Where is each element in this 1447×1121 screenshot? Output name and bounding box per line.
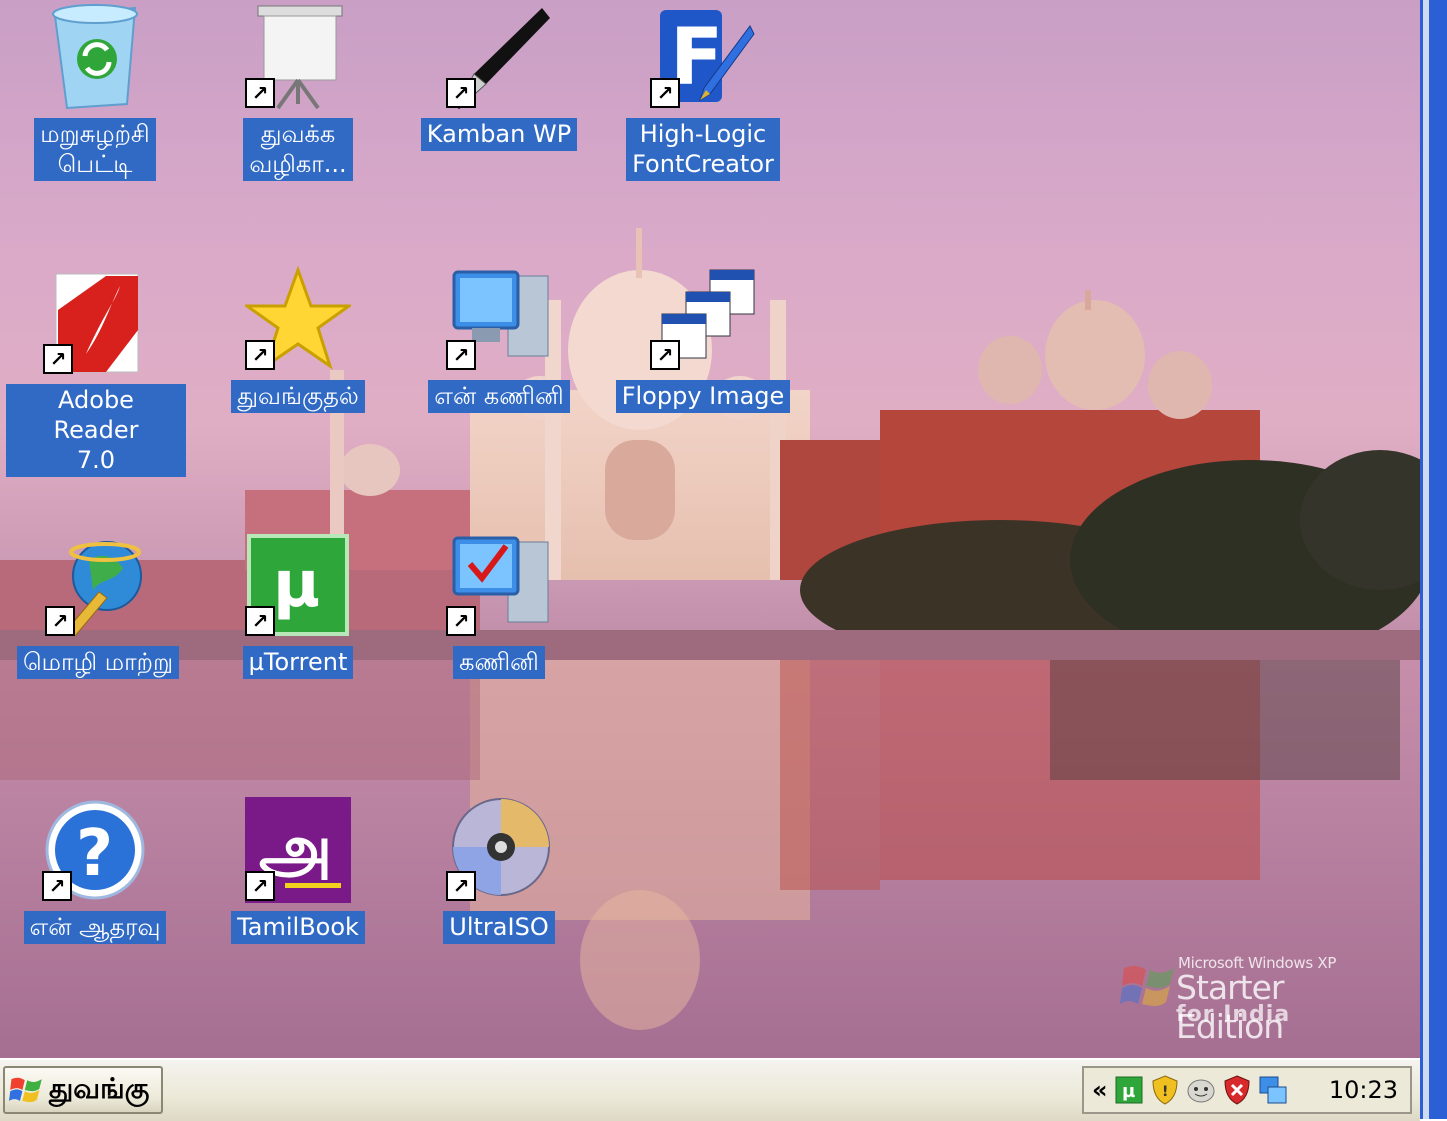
icon-label: Kamban WP <box>420 118 578 151</box>
shortcut-arrow-icon: ↗ <box>446 606 476 636</box>
icon-label: Floppy Image <box>615 380 791 413</box>
start-button[interactable]: துவங்கு <box>3 1066 163 1114</box>
help-icon: ? ↗ <box>40 795 150 905</box>
adobe-reader-icon: ↗ <box>41 268 151 378</box>
desktop-icon-tour[interactable]: ↗ துவக்க வழிகா... <box>208 2 388 181</box>
shortcut-arrow-icon: ↗ <box>245 606 275 636</box>
shortcut-arrow-icon: ↗ <box>650 78 680 108</box>
shortcut-arrow-icon: ↗ <box>245 340 275 370</box>
security-shield-icon[interactable]: ! <box>1150 1075 1180 1105</box>
icon-label: மொழி மாற்று <box>16 646 180 679</box>
windows-edition-watermark: Microsoft Windows XP Starter Edition for… <box>1120 952 1400 1046</box>
svg-text:µ: µ <box>1122 1081 1135 1102</box>
tamilbook-icon: அ ↗ <box>243 795 353 905</box>
floppy-image-icon: ↗ <box>648 264 758 374</box>
desktop-icon-kamban-wp[interactable]: ↗ Kamban WP <box>409 2 589 151</box>
desktop-icon-fontcreator[interactable]: F ↗ High-Logic FontCreator <box>613 2 793 181</box>
disc-icon: ↗ <box>444 795 554 905</box>
fountain-pen-icon: ↗ <box>444 2 554 112</box>
shortcut-arrow-icon: ↗ <box>45 606 75 636</box>
svg-text:?: ? <box>76 817 113 891</box>
desktop-icon-adobe-reader[interactable]: ↗ Adobe Reader 7.0 <box>6 268 186 477</box>
messenger-icon[interactable] <box>1186 1075 1216 1105</box>
start-button-label: துவங்கு <box>49 1071 150 1105</box>
network-icon[interactable] <box>1258 1075 1288 1105</box>
desktop-icon-getting-started[interactable]: ↗ துவங்குதல் <box>208 264 388 413</box>
icon-label: மறுசுழற்சி பெட்டி <box>34 118 156 181</box>
icon-label: கணினி <box>453 646 545 679</box>
svg-text:!: ! <box>1162 1084 1168 1100</box>
windows-logo-icon <box>1120 965 1174 1006</box>
fontcreator-icon: F ↗ <box>648 2 758 112</box>
tray-clock[interactable]: 10:23 <box>1329 1076 1398 1104</box>
icon-label: துவக்க வழிகா... <box>243 118 353 181</box>
icon-label: துவங்குதல் <box>231 380 365 413</box>
system-tray: « µ ! 10:23 <box>1082 1066 1412 1114</box>
icon-label: Adobe Reader 7.0 <box>6 384 186 477</box>
desktop-icon-ultraiso[interactable]: ↗ UltraISO <box>409 795 589 944</box>
shortcut-arrow-icon: ↗ <box>42 871 72 901</box>
desktop-icon-help[interactable]: ? ↗ என் ஆதரவு <box>5 795 185 944</box>
desktop-icon-floppy-image[interactable]: ↗ Floppy Image <box>613 264 793 413</box>
icon-label: High-Logic FontCreator <box>626 118 780 181</box>
my-computer-icon: ↗ <box>444 264 554 374</box>
shortcut-arrow-icon: ↗ <box>43 344 73 374</box>
shortcut-arrow-icon: ↗ <box>446 340 476 370</box>
icon-label: TamilBook <box>231 911 365 944</box>
svg-text:µ: µ <box>273 548 320 622</box>
desktop-icon-utorrent[interactable]: µ ↗ µTorrent <box>208 530 388 679</box>
star-icon: ↗ <box>243 264 353 374</box>
icon-label: என் ஆதரவு <box>23 911 167 944</box>
desktop-icon-tamilbook[interactable]: அ ↗ TamilBook <box>208 795 388 944</box>
windows-logo-icon <box>9 1077 42 1103</box>
recycle-bin-icon <box>40 2 150 112</box>
tray-expand-button[interactable]: « <box>1092 1076 1108 1104</box>
icon-label: என் கணினி <box>428 380 570 413</box>
desktop[interactable]: மறுசுழற்சி பெட்டி ↗ துவக்க வழிகா... ↗ Ka… <box>0 0 1420 1058</box>
icon-label: µTorrent <box>242 646 354 679</box>
icon-label: UltraISO <box>443 911 555 944</box>
computer-check-icon: ↗ <box>444 530 554 640</box>
presentation-board-icon: ↗ <box>243 2 353 112</box>
antivirus-icon[interactable] <box>1222 1075 1252 1105</box>
shortcut-arrow-icon: ↗ <box>446 78 476 108</box>
desktop-icon-my-computer[interactable]: ↗ என் கணினி <box>409 264 589 413</box>
shortcut-arrow-icon: ↗ <box>245 871 275 901</box>
shortcut-arrow-icon: ↗ <box>650 340 680 370</box>
utorrent-tray-icon[interactable]: µ <box>1114 1075 1144 1105</box>
globe-pen-icon: ↗ <box>43 530 153 640</box>
utorrent-icon: µ ↗ <box>243 530 353 640</box>
desktop-icon-computer[interactable]: ↗ கணினி <box>409 530 589 679</box>
desktop-icon-transliterate[interactable]: ↗ மொழி மாற்று <box>8 530 188 679</box>
shortcut-arrow-icon: ↗ <box>446 871 476 901</box>
watermark-line3: for India <box>1176 1002 1291 1027</box>
shortcut-arrow-icon: ↗ <box>245 78 275 108</box>
taskbar: துவங்கு « µ ! 10:23 <box>0 1058 1420 1121</box>
desktop-icon-recycle-bin[interactable]: மறுசுழற்சி பெட்டி <box>5 2 185 181</box>
window-right-edge <box>1420 0 1447 1119</box>
